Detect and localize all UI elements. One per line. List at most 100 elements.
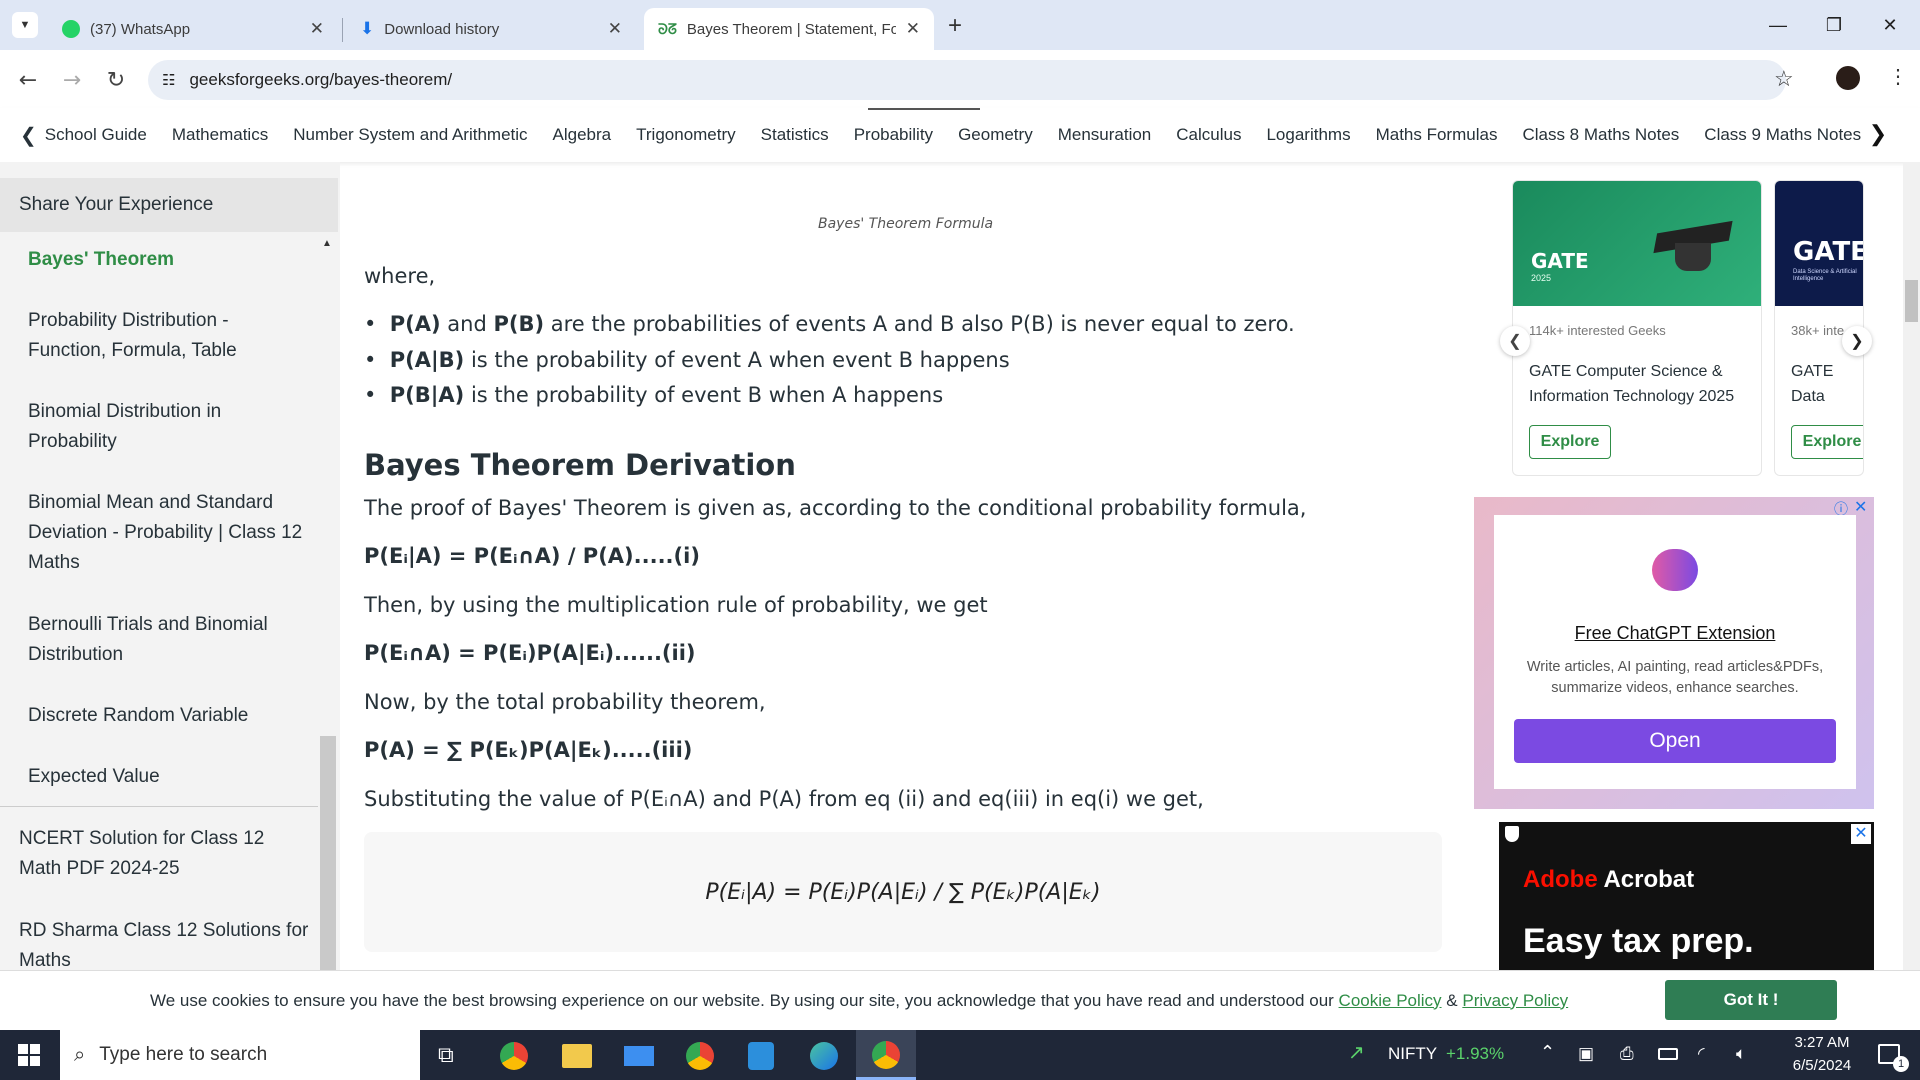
sidebar-item[interactable]: Probability Distribution - Function, For… xyxy=(28,306,308,366)
battery-icon[interactable] xyxy=(1658,1048,1678,1060)
close-icon[interactable]: ✕ xyxy=(906,19,920,39)
tab-whatsapp[interactable]: (37) WhatsApp ✕ xyxy=(48,8,338,50)
nav-prev-icon[interactable]: ❮ xyxy=(20,123,37,148)
ad-title: Free ChatGPT Extension xyxy=(1574,623,1776,643)
sidebar-section-item[interactable]: RD Sharma Class 12 Solutions for Maths xyxy=(19,916,309,976)
task-view-icon[interactable]: ⧉ xyxy=(438,1042,454,1068)
url-text[interactable]: geeksforgeeks.org/bayes-theorem/ xyxy=(189,70,452,90)
ad-description: Write articles, AI painting, read articl… xyxy=(1526,659,1824,696)
nav-item[interactable]: Trigonometry xyxy=(636,125,736,145)
taskbar-search-box[interactable]: ⌕ Type here to search xyxy=(60,1030,420,1080)
nav-item[interactable]: Maths Formulas xyxy=(1376,125,1498,145)
new-tab-button[interactable]: + xyxy=(948,12,962,40)
privacy-policy-link[interactable]: Privacy Policy xyxy=(1462,991,1568,1011)
course-banner: GATE 2025 xyxy=(1513,181,1761,306)
nav-item[interactable]: Logarithms xyxy=(1266,125,1350,145)
course-card[interactable]: GATE 2025 114k+ interested Geeks GATE Co… xyxy=(1512,180,1762,476)
cookie-accept-button[interactable]: Got It ! xyxy=(1665,980,1837,1020)
section-heading: Bayes Theorem Derivation xyxy=(364,448,796,482)
nav-item[interactable]: Calculus xyxy=(1176,125,1241,145)
site-info-icon[interactable]: ☷ xyxy=(162,71,175,89)
explore-button[interactable]: Explore xyxy=(1791,425,1863,459)
tab-download-history[interactable]: ⬇ Download history ✕ xyxy=(346,8,636,50)
back-button[interactable]: ← xyxy=(10,62,46,98)
chrome-profile-icon[interactable] xyxy=(686,1042,714,1070)
browser-menu-icon[interactable]: ⋮ xyxy=(1888,64,1908,89)
cookie-amp: & xyxy=(1446,990,1458,1010)
address-bar[interactable]: ☷ geeksforgeeks.org/bayes-theorem/ xyxy=(148,60,1786,100)
course-interest: 114k+ interested Geeks xyxy=(1529,323,1666,338)
sidebar-item[interactable]: Discrete Random Variable xyxy=(28,701,308,731)
stock-chart-icon: ↗ xyxy=(1348,1042,1365,1064)
volume-icon[interactable]: 🔈︎ xyxy=(1736,1044,1746,1064)
window-close-button[interactable]: ✕ xyxy=(1860,0,1920,50)
reload-button[interactable]: ↻ xyxy=(98,62,134,98)
carousel-prev-button[interactable]: ❮ xyxy=(1500,326,1530,356)
nav-item[interactable]: Mensuration xyxy=(1058,125,1152,145)
notification-count: 1 xyxy=(1893,1056,1909,1072)
chrome-active-icon[interactable] xyxy=(856,1030,916,1080)
clock-time[interactable]: 3:27 AM xyxy=(1782,1034,1862,1051)
mail-icon[interactable] xyxy=(624,1046,654,1066)
cookie-policy-link[interactable]: Cookie Policy xyxy=(1339,991,1442,1011)
ad-shield-icon xyxy=(1505,826,1519,842)
stock-name[interactable]: NIFTY xyxy=(1388,1044,1437,1064)
sidebar-item[interactable]: Bernoulli Trials and Binomial Distributi… xyxy=(28,610,308,670)
tab-search-button[interactable]: ▼ xyxy=(12,12,38,38)
windows-start-icon[interactable] xyxy=(18,1044,40,1066)
ad-brand: Adobe Acrobat xyxy=(1523,866,1694,894)
ad-close-icon[interactable]: ✕ xyxy=(1851,824,1871,844)
tray-chevron-icon[interactable]: ⌃ xyxy=(1540,1042,1555,1063)
nav-item[interactable]: Number System and Arithmetic xyxy=(293,125,527,145)
wifi-icon[interactable]: ◜ xyxy=(1698,1044,1705,1064)
explore-button[interactable]: Explore xyxy=(1529,425,1611,459)
chrome-icon[interactable] xyxy=(500,1042,528,1070)
nav-item[interactable]: Geometry xyxy=(958,125,1033,145)
vscode-icon[interactable] xyxy=(748,1042,774,1070)
nav-next-icon[interactable]: ❯ xyxy=(1862,118,1894,150)
tab-bayes-theorem[interactable]: ᘐᘔ Bayes Theorem | Statement, For ✕ xyxy=(644,8,934,50)
paragraph: Now, by the total probability theorem, xyxy=(364,690,766,714)
close-icon[interactable]: ✕ xyxy=(608,19,622,39)
adobe-logo-text: Adobe xyxy=(1523,866,1598,893)
nav-item[interactable]: Algebra xyxy=(553,125,612,145)
ad-adobe-acrobat[interactable]: ✕ Adobe Acrobat Easy tax prep. xyxy=(1499,822,1874,970)
bullet-item: • P(A|B) is the probability of event A w… xyxy=(364,348,1010,372)
nav-item[interactable]: School Guide xyxy=(45,125,147,145)
maximize-button[interactable]: ❐ xyxy=(1804,0,1864,50)
nav-item[interactable]: Class 8 Maths Notes xyxy=(1522,125,1679,145)
equation: P(Eᵢ|A) = P(Eᵢ∩A) / P(A).....(i) xyxy=(364,544,700,568)
file-explorer-icon[interactable] xyxy=(562,1044,592,1068)
page-scrollbar-thumb[interactable] xyxy=(1905,280,1918,322)
tray-meet-icon[interactable]: ⎙ xyxy=(1620,1044,1634,1064)
sidebar-scroll-up-icon[interactable]: ▲ xyxy=(322,238,332,249)
share-experience-link[interactable]: Share Your Experience xyxy=(0,178,338,232)
ad-chatgpt-extension[interactable]: ⓘ ✕ Free ChatGPT Extension Write article… xyxy=(1474,497,1874,809)
ad-open-button[interactable]: Open xyxy=(1514,719,1836,763)
nav-item[interactable]: Statistics xyxy=(761,125,829,145)
profile-avatar[interactable] xyxy=(1836,66,1860,90)
bookmark-star-icon[interactable]: ☆ xyxy=(1774,66,1794,92)
clock-date[interactable]: 6/5/2024 xyxy=(1782,1057,1862,1074)
sidebar-item[interactable]: Binomial Distribution in Probability xyxy=(28,397,308,457)
tray-app-icon[interactable]: ▣ xyxy=(1578,1044,1594,1064)
sidebar-item[interactable]: Expected Value xyxy=(28,762,308,792)
nav-item[interactable]: Class 9 Maths Notes xyxy=(1704,125,1861,145)
sidebar-scrollbar[interactable] xyxy=(320,736,336,970)
nav-item[interactable]: Mathematics xyxy=(172,125,268,145)
sidebar-section-item[interactable]: NCERT Solution for Class 12 Math PDF 202… xyxy=(19,824,309,884)
sidebar-item[interactable]: Binomial Mean and Standard Deviation - P… xyxy=(28,488,318,578)
bullet-icon: • xyxy=(364,348,377,372)
search-placeholder: Type here to search xyxy=(99,1044,268,1065)
ad-close-icon[interactable]: ✕ xyxy=(1854,497,1867,517)
bullet-bold: P(A) xyxy=(389,312,441,336)
sidebar-item-current[interactable]: Bayes' Theorem xyxy=(28,245,308,275)
search-icon: ⌕ xyxy=(74,1043,86,1066)
forward-button[interactable]: → xyxy=(54,62,90,98)
carousel-next-button[interactable]: ❯ xyxy=(1842,326,1872,356)
paragraph: Substituting the value of P(Eᵢ∩A) and P(… xyxy=(364,787,1204,811)
edge-icon[interactable] xyxy=(810,1042,838,1070)
nav-item-active[interactable]: Probability xyxy=(854,125,933,145)
close-icon[interactable]: ✕ xyxy=(310,19,324,39)
minimize-button[interactable]: — xyxy=(1748,0,1808,50)
